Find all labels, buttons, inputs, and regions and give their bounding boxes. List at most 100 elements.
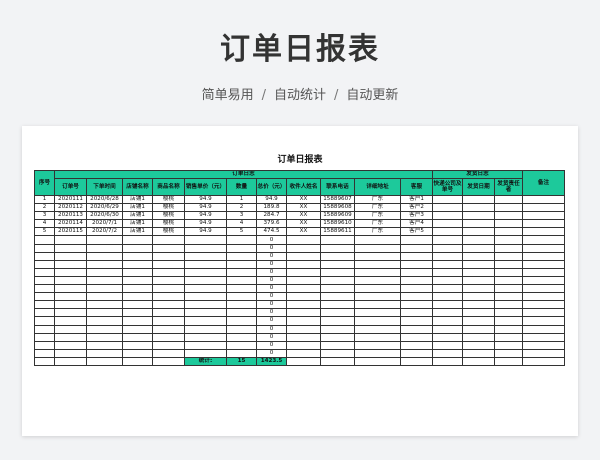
table-cell[interactable]	[286, 235, 321, 245]
table-cell[interactable]	[122, 267, 153, 277]
table-cell[interactable]: 0	[256, 348, 287, 358]
table-cell[interactable]	[226, 316, 257, 326]
table-cell[interactable]	[494, 300, 523, 310]
table-cell[interactable]	[86, 259, 123, 269]
table-cell[interactable]	[122, 348, 153, 358]
table-cell[interactable]	[34, 275, 55, 286]
table-cell[interactable]: 店铺1	[122, 194, 153, 205]
table-cell[interactable]: 2020/7/2	[86, 227, 123, 237]
cell[interactable]	[320, 356, 355, 366]
table-cell[interactable]	[122, 235, 153, 245]
table-cell[interactable]	[494, 292, 523, 302]
table-cell[interactable]: 0	[256, 243, 287, 253]
table-cell[interactable]	[54, 243, 87, 253]
table-cell[interactable]	[320, 316, 355, 326]
table-cell[interactable]	[354, 332, 401, 342]
table-cell[interactable]: 189.8	[256, 203, 287, 213]
table-cell[interactable]	[286, 332, 321, 342]
table-cell[interactable]	[320, 340, 355, 350]
table-cell[interactable]	[286, 284, 321, 294]
table-cell[interactable]	[34, 348, 55, 358]
table-cell[interactable]: 广东	[354, 219, 401, 229]
table-cell[interactable]: 4	[226, 219, 257, 229]
table-cell[interactable]	[286, 243, 321, 253]
table-cell[interactable]: 2020112	[54, 203, 87, 213]
table-cell[interactable]	[86, 324, 123, 334]
table-cell[interactable]	[494, 211, 523, 221]
table-cell[interactable]	[400, 300, 433, 310]
table-cell[interactable]	[522, 340, 565, 350]
table-cell[interactable]: 94.9	[184, 194, 227, 205]
table-cell[interactable]	[320, 259, 355, 269]
table-cell[interactable]	[432, 324, 463, 334]
table-cell[interactable]	[522, 275, 565, 286]
table-cell[interactable]	[462, 227, 495, 237]
table-cell[interactable]	[152, 300, 185, 310]
table-cell[interactable]	[432, 292, 463, 302]
table-cell[interactable]: 1	[34, 194, 55, 205]
table-cell[interactable]	[184, 275, 227, 286]
table-cell[interactable]	[522, 300, 565, 310]
table-cell[interactable]	[286, 324, 321, 334]
table-cell[interactable]: 广东	[354, 194, 401, 205]
table-cell[interactable]	[432, 219, 463, 229]
table-cell[interactable]	[432, 300, 463, 310]
table-cell[interactable]	[432, 332, 463, 342]
table-cell[interactable]: 2	[34, 203, 55, 213]
table-cell[interactable]: 2020/6/28	[86, 194, 123, 205]
table-cell[interactable]	[400, 267, 433, 277]
table-cell[interactable]: 2020/6/29	[86, 203, 123, 213]
table-cell[interactable]	[432, 340, 463, 350]
table-cell[interactable]	[462, 267, 495, 277]
table-cell[interactable]	[522, 251, 565, 261]
table-cell[interactable]	[432, 251, 463, 261]
table-cell[interactable]	[494, 340, 523, 350]
table-cell[interactable]: 樱桃	[152, 227, 185, 237]
table-cell[interactable]	[354, 316, 401, 326]
table-cell[interactable]	[432, 308, 463, 318]
table-cell[interactable]: 2020/6/30	[86, 211, 123, 221]
table-cell[interactable]	[86, 275, 123, 286]
table-cell[interactable]	[152, 308, 185, 318]
table-cell[interactable]	[354, 348, 401, 358]
table-cell[interactable]	[226, 324, 257, 334]
table-cell[interactable]: 2020111	[54, 194, 87, 205]
table-cell[interactable]	[122, 292, 153, 302]
table-cell[interactable]	[122, 308, 153, 318]
table-cell[interactable]	[34, 243, 55, 253]
table-cell[interactable]	[354, 275, 401, 286]
table-cell[interactable]: 客户4	[400, 219, 433, 229]
table-cell[interactable]: 樱桃	[152, 211, 185, 221]
table-cell[interactable]	[462, 243, 495, 253]
table-cell[interactable]	[494, 194, 523, 205]
table-cell[interactable]: 474.5	[256, 227, 287, 237]
table-cell[interactable]	[286, 340, 321, 350]
table-cell[interactable]	[152, 284, 185, 294]
table-cell[interactable]: XX	[286, 227, 321, 237]
table-cell[interactable]	[226, 308, 257, 318]
table-cell[interactable]	[152, 243, 185, 253]
table-cell[interactable]	[86, 300, 123, 310]
table-cell[interactable]: 15889609	[320, 211, 355, 221]
table-cell[interactable]: 0	[256, 275, 287, 286]
table-cell[interactable]	[462, 316, 495, 326]
cell[interactable]	[122, 356, 153, 366]
table-cell[interactable]	[400, 251, 433, 261]
cell[interactable]	[494, 356, 523, 366]
table-cell[interactable]	[494, 267, 523, 277]
table-cell[interactable]	[432, 284, 463, 294]
table-cell[interactable]	[320, 267, 355, 277]
table-cell[interactable]	[494, 235, 523, 245]
table-cell[interactable]: 0	[256, 308, 287, 318]
cell[interactable]	[522, 356, 565, 366]
table-cell[interactable]	[432, 194, 463, 205]
table-cell[interactable]: 0	[256, 300, 287, 310]
table-cell[interactable]	[184, 324, 227, 334]
table-cell[interactable]	[286, 316, 321, 326]
table-cell[interactable]: 2	[226, 203, 257, 213]
table-cell[interactable]	[122, 275, 153, 286]
table-cell[interactable]	[226, 284, 257, 294]
table-cell[interactable]: 94.9	[184, 211, 227, 221]
table-cell[interactable]	[320, 300, 355, 310]
table-cell[interactable]: 94.9	[184, 203, 227, 213]
